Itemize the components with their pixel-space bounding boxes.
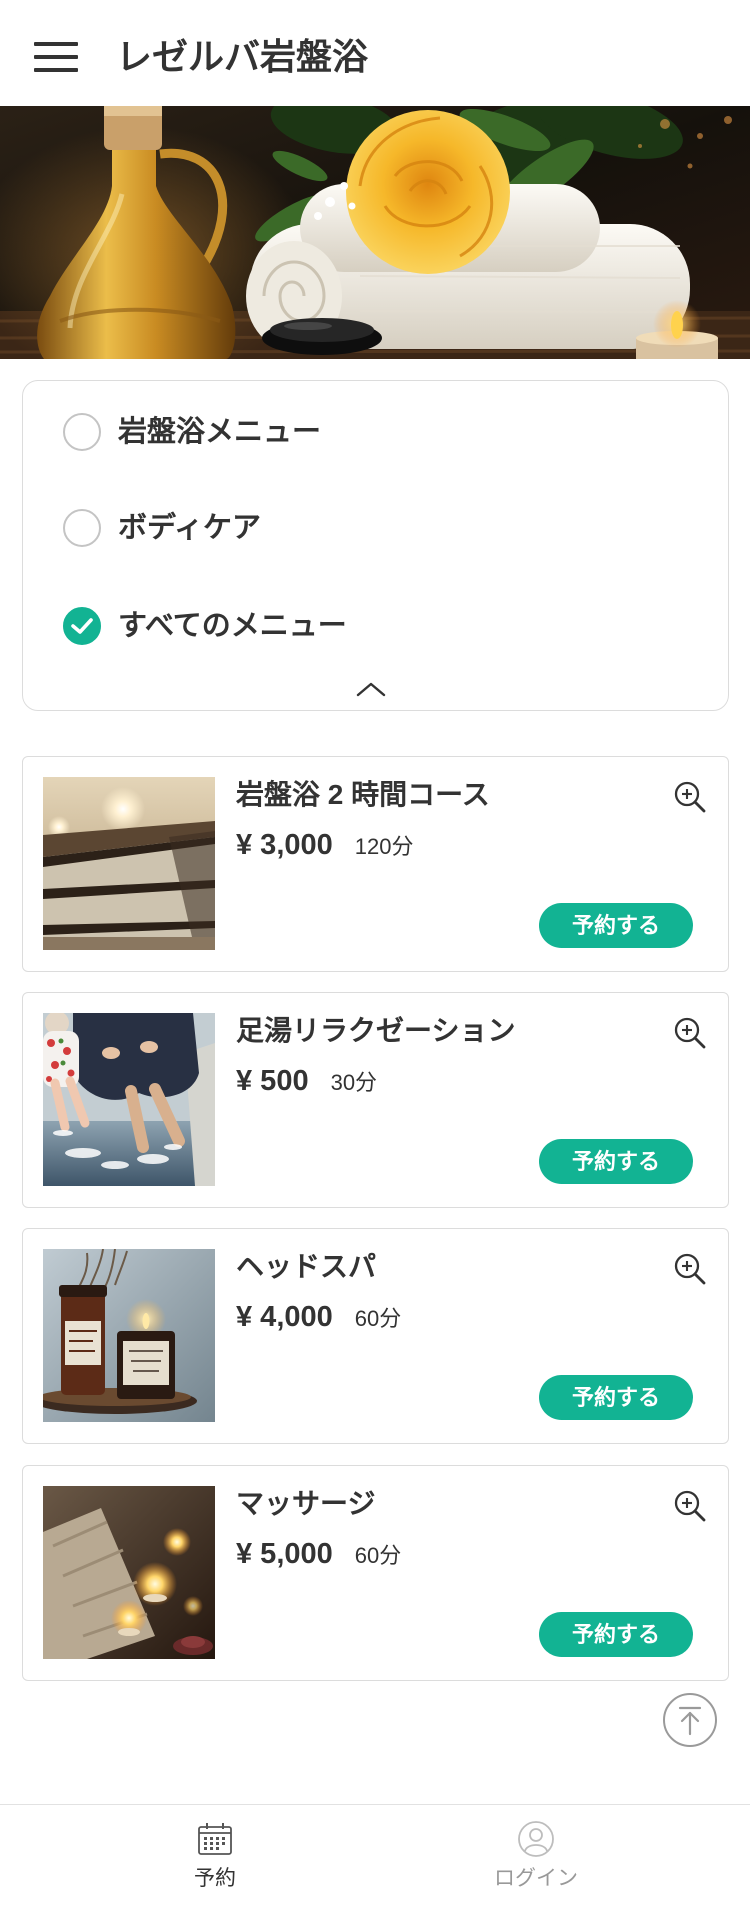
menu-price: ¥ 5,000 <box>236 1538 333 1570</box>
menu-price: ¥ 500 <box>236 1065 309 1097</box>
zoom-in-icon[interactable] <box>673 780 707 814</box>
calendar-icon <box>198 1823 232 1855</box>
user-icon <box>518 1821 554 1857</box>
zoom-in-icon[interactable] <box>673 1252 707 1286</box>
menu-price: ¥ 3,000 <box>236 829 333 861</box>
price-row: ¥ 4,000 60分 <box>236 1297 401 1337</box>
menu-price: ¥ 4,000 <box>236 1301 333 1333</box>
reserve-button[interactable]: 予約する <box>539 903 693 948</box>
filter-option-all-menus[interactable]: すべてのメニュー <box>63 604 347 648</box>
nav-item-login[interactable]: ログイン <box>456 1805 616 1909</box>
menu-thumbnail <box>43 1249 215 1422</box>
menu-duration: 30分 <box>330 1070 378 1095</box>
menu-card: 足湯リラクゼーション ¥ 500 30分 予約する <box>22 992 729 1208</box>
menu-card: マッサージ ¥ 5,000 60分 予約する <box>22 1465 729 1681</box>
hero-image <box>0 106 750 359</box>
menu-thumbnail <box>43 1013 215 1186</box>
hamburger-line <box>34 68 78 72</box>
bottom-navigation: 予約 ログイン <box>0 1804 750 1909</box>
filter-option-body-care[interactable]: ボディケア <box>63 506 261 550</box>
nav-label: ログイン <box>494 1867 578 1890</box>
menu-card: 岩盤浴 2 時間コース ¥ 3,000 120分 予約する <box>22 756 729 972</box>
reserve-button[interactable]: 予約する <box>539 1139 693 1184</box>
chevron-up-icon[interactable] <box>355 681 387 697</box>
menu-filter-panel: 岩盤浴メニュー ボディケア すべてのメニュー <box>22 380 729 711</box>
menu-card: ヘッドスパ ¥ 4,000 60分 予約する <box>22 1228 729 1444</box>
filter-option-bedrock-bath[interactable]: 岩盤浴メニュー <box>63 410 321 454</box>
price-row: ¥ 5,000 60分 <box>236 1534 401 1574</box>
price-row: ¥ 500 30分 <box>236 1061 377 1101</box>
scroll-to-top-icon[interactable] <box>662 1692 718 1748</box>
menu-title: 岩盤浴 2 時間コース <box>236 779 490 810</box>
radio-button[interactable] <box>63 413 101 451</box>
radio-button[interactable] <box>63 509 101 547</box>
filter-option-label: ボディケア <box>118 512 261 544</box>
menu-thumbnail <box>43 777 215 950</box>
hamburger-line <box>34 42 78 46</box>
nav-label: 予約 <box>194 1867 236 1890</box>
menu-duration: 60分 <box>354 1543 402 1568</box>
menu-title: 足湯リラクゼーション <box>236 1015 516 1046</box>
check-icon <box>71 618 93 634</box>
app-header: レゼルバ岩盤浴 <box>0 0 750 106</box>
filter-option-label: すべてのメニュー <box>118 610 347 642</box>
radio-button[interactable] <box>63 607 101 645</box>
menu-duration: 120分 <box>354 834 414 859</box>
filter-option-label: 岩盤浴メニュー <box>118 416 322 448</box>
zoom-in-icon[interactable] <box>673 1489 707 1523</box>
nav-item-reservation[interactable]: 予約 <box>135 1805 295 1909</box>
menu-thumbnail <box>43 1486 215 1659</box>
hamburger-line <box>34 55 78 59</box>
reserve-button[interactable]: 予約する <box>539 1612 693 1657</box>
hamburger-menu-icon[interactable] <box>34 42 78 74</box>
menu-duration: 60分 <box>354 1306 402 1331</box>
reserve-button[interactable]: 予約する <box>539 1375 693 1420</box>
zoom-in-icon[interactable] <box>673 1016 707 1050</box>
price-row: ¥ 3,000 120分 <box>236 825 413 865</box>
menu-title: マッサージ <box>236 1488 376 1519</box>
menu-title: ヘッドスパ <box>236 1251 377 1282</box>
page-title: レゼルバ岩盤浴 <box>116 36 369 77</box>
